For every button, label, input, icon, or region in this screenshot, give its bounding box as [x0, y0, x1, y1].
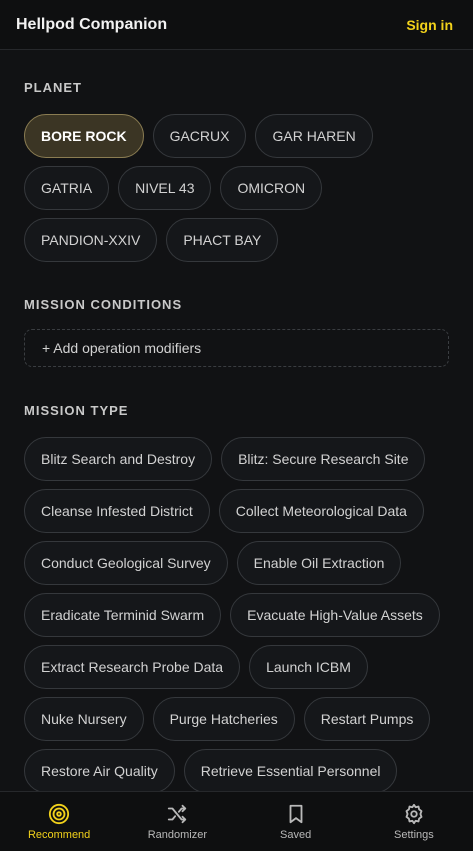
nav-item-saved[interactable]: Saved: [237, 792, 355, 851]
planet-section-title: PLANET: [24, 80, 82, 95]
planet-chip-gatria[interactable]: GATRIA: [24, 166, 110, 210]
mission-type-chip-group: Blitz Search and Destroy Blitz: Secure Re…: [24, 437, 449, 793]
nav-item-label: Saved: [280, 828, 312, 841]
planet-chip-group: BORE ROCK GACRUX GAR HAREN GATRIA NIVEL 43 OM…: [24, 114, 449, 262]
bottom-navigation: Recommend Randomizer Saved Settings: [0, 791, 473, 851]
target-icon: [48, 803, 70, 825]
gear-icon: [403, 803, 425, 825]
mission-type-chip-cleanse-infested-district[interactable]: Cleanse Infested District: [24, 489, 210, 533]
mission-type-chip-purge-hatcheries[interactable]: Purge Hatcheries: [152, 697, 295, 741]
mission-type-title: MISSION TYPE: [24, 403, 129, 418]
mission-type-chip-collect-meteorological-data[interactable]: Collect Meteorological Data: [218, 489, 424, 533]
add-operation-modifiers-button[interactable]: + Add operation modifiers: [24, 329, 449, 367]
app-title: Hellpod Companion: [16, 15, 168, 33]
planet-chip-gacrux[interactable]: GACRUX: [152, 114, 247, 158]
nav-item-settings[interactable]: Settings: [355, 792, 473, 851]
mission-type-chip-eradicate-terminid-swarm[interactable]: Eradicate Terminid Swarm: [24, 593, 222, 637]
app: Hellpod Companion Sign in PLANET BORE RO…: [0, 0, 473, 851]
mission-conditions-title: MISSION CONDITIONS: [24, 297, 183, 312]
mission-type-chip-blitz-search-and-destroy[interactable]: Blitz Search and Destroy: [24, 437, 213, 481]
mission-type-chip-enable-oil-extraction[interactable]: Enable Oil Extraction: [236, 541, 402, 585]
mission-type-chip-launch-icbm[interactable]: Launch ICBM: [249, 645, 368, 689]
mission-type-chip-extract-research-probe-data[interactable]: Extract Research Probe Data: [24, 645, 241, 689]
nav-item-recommend[interactable]: Recommend: [0, 792, 118, 851]
planet-chip-bore-rock[interactable]: BORE ROCK: [24, 114, 144, 158]
nav-item-randomizer[interactable]: Randomizer: [118, 792, 236, 851]
nav-item-label: Settings: [394, 828, 434, 841]
planet-chip-omicron[interactable]: OMICRON: [220, 166, 323, 210]
mission-type-chip-restart-pumps[interactable]: Restart Pumps: [303, 697, 431, 741]
planet-chip-phact-bay[interactable]: PHACT BAY: [166, 218, 279, 262]
shuffle-icon: [166, 803, 188, 825]
nav-item-label: Randomizer: [147, 828, 208, 841]
mission-type-chip-evacuate-high-value-assets[interactable]: Evacuate High-Value Assets: [230, 593, 440, 637]
bookmark-icon: [285, 803, 307, 825]
nav-item-label: Recommend: [27, 828, 91, 841]
mission-type-chip-restore-air-quality[interactable]: Restore Air Quality: [24, 749, 175, 793]
planet-chip-gar-haren[interactable]: GAR HAREN: [255, 114, 373, 158]
mission-type-chip-conduct-geological-survey[interactable]: Conduct Geological Survey: [24, 541, 228, 585]
main-content: PLANET BORE ROCK GACRUX GAR HAREN GATRIA NIV…: [24, 50, 449, 793]
sign-in-button[interactable]: Sign in: [406, 17, 453, 33]
planet-chip-pandion-xxiv[interactable]: PANDION-XXIV: [24, 218, 158, 262]
mission-type-chip-blitz-secure-research-site[interactable]: Blitz: Secure Research Site: [221, 437, 426, 481]
header: Hellpod Companion Sign in: [0, 0, 473, 50]
planet-chip-nivel-43[interactable]: NIVEL 43: [118, 166, 212, 210]
mission-type-chip-nuke-nursery[interactable]: Nuke Nursery: [24, 697, 144, 741]
mission-type-chip-retrieve-essential-personnel[interactable]: Retrieve Essential Personnel: [183, 749, 398, 793]
